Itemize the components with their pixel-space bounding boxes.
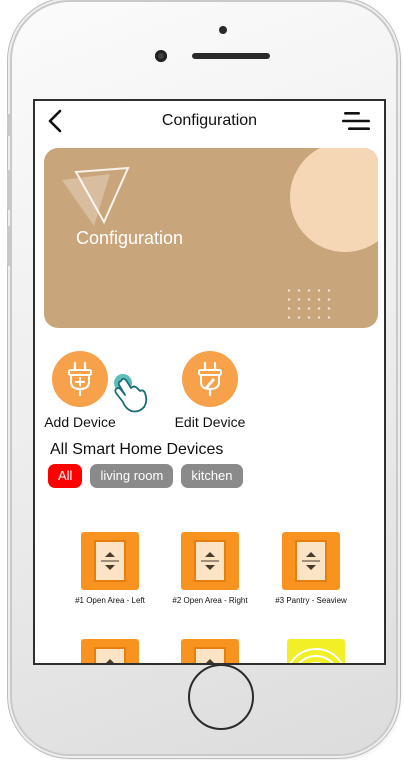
light-rings-icon [289,648,343,663]
device-card[interactable]: #3 Pantry - Seaview [256,532,366,605]
banner-dot-pattern [284,286,338,320]
top-bar: Configuration [35,101,384,143]
configuration-banner: Configuration [44,148,378,328]
edit-device-button[interactable]: Edit Device [165,351,255,430]
shutter-icon [295,540,327,582]
device-tile [81,532,139,590]
plug-add-icon [68,361,92,397]
device-tile [282,532,340,590]
device-card[interactable]: #1 Open Area - Left [55,532,165,605]
filter-chip-all[interactable]: All [48,464,83,488]
room-filter-chips: All living room kitchen [48,464,243,488]
devices-section-title: All Smart Home Devices [50,441,224,458]
app-screen: Configuration Configuration Add Device E… [33,99,386,665]
hamburger-menu-icon[interactable] [342,111,370,131]
light-device-tile[interactable] [287,639,345,663]
device-tile [181,532,239,590]
sensor-dot [219,26,227,34]
pointing-hand-icon [114,374,148,413]
device-card-partial[interactable] [155,639,265,663]
shutter-icon [194,540,226,582]
plug-edit-icon [198,361,222,397]
triangle-logo-icon [62,166,130,226]
page-title: Configuration [161,112,258,129]
shutter-icon [94,647,126,663]
device-tile [181,639,239,663]
filter-chip-kitchen[interactable]: kitchen [181,464,243,488]
silent-switch [7,114,11,136]
shutter-icon [194,647,226,663]
earpiece-speaker [192,53,270,59]
device-label: #1 Open Area - Left [75,596,145,605]
shutter-icon [94,540,126,582]
banner-title: Configuration [76,228,184,248]
banner-decoration-circle [290,148,378,252]
volume-down-button [7,226,11,266]
device-label: #3 Pantry - Seaview [275,596,347,605]
device-card-partial[interactable] [55,639,165,663]
edit-device-label: Edit Device [174,414,246,430]
front-camera [155,50,167,62]
volume-up-button [7,170,11,210]
filter-chip-living-room[interactable]: living room [90,464,174,488]
add-device-label: Add Device [44,414,116,430]
edit-device-circle [182,351,238,407]
device-tile [81,639,139,663]
add-device-circle [52,351,108,407]
device-label: #2 Open Area - Right [172,596,248,605]
device-card[interactable]: #2 Open Area - Right [155,532,265,605]
home-button[interactable] [188,664,254,730]
